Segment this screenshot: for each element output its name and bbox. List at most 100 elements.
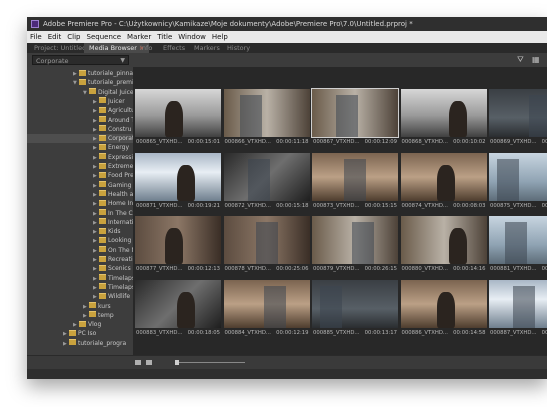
tree-item[interactable]: ▶ PC Iso bbox=[27, 329, 133, 338]
tree-item[interactable]: ▶ Scenics bbox=[27, 264, 133, 273]
tree-item[interactable]: ▶ Vlog bbox=[27, 320, 133, 329]
tab-info[interactable]: Info bbox=[135, 43, 157, 53]
tree-item[interactable]: ▶ Timelaps bbox=[27, 274, 133, 283]
tree-item[interactable]: ▶ Gaming bbox=[27, 181, 133, 190]
clip-label: 000885_VTXHD... 00:00:13:17 bbox=[312, 329, 398, 337]
menu-sequence[interactable]: Sequence bbox=[84, 31, 125, 43]
tree-item[interactable]: ▶ Energy bbox=[27, 143, 133, 152]
clip-label: 000879_VTXHD... 00:00:26:15 bbox=[312, 265, 398, 273]
clip-thumbnail[interactable] bbox=[489, 89, 547, 137]
tree-item[interactable]: ▶ Corporat bbox=[27, 134, 133, 144]
menu-file[interactable]: File bbox=[27, 31, 45, 43]
tree-item[interactable]: ▶ Home In bbox=[27, 199, 133, 208]
tab-markers[interactable]: Markers bbox=[189, 43, 225, 53]
tree-item[interactable]: ▶ Health a bbox=[27, 190, 133, 199]
clip-item[interactable]: 000883_VTXHD... 00:00:18:05 bbox=[135, 279, 221, 342]
clip-thumbnail[interactable] bbox=[223, 152, 310, 201]
tab-effects[interactable]: Effects bbox=[158, 43, 190, 53]
tab-history[interactable]: History bbox=[222, 43, 255, 53]
tree-item[interactable]: ▶ Agricultu bbox=[27, 106, 133, 115]
location-dropdown-value: Corporate bbox=[36, 57, 69, 65]
tree-item[interactable]: ▶ Extreme bbox=[27, 162, 133, 171]
menu-bar: File Edit Clip Sequence Marker Title Window Hel… bbox=[27, 31, 547, 43]
tree-item[interactable]: ▶ Looking bbox=[27, 236, 133, 245]
clip-thumbnail[interactable] bbox=[135, 89, 221, 137]
clip-item[interactable]: 000886_VTXHD... 00:00:14:58 bbox=[400, 279, 487, 342]
tree-item-label: Home In bbox=[108, 200, 133, 208]
menu-help[interactable]: Help bbox=[209, 31, 231, 43]
menu-edit[interactable]: Edit bbox=[45, 31, 65, 43]
clip-item[interactable]: 000872_VTXHD... 00:00:15:18 bbox=[223, 152, 310, 215]
menu-marker[interactable]: Marker bbox=[124, 31, 154, 43]
clip-thumbnail[interactable] bbox=[135, 279, 221, 328]
clip-item[interactable]: 000881_VTXHD... 00:00:14:16 bbox=[489, 216, 547, 278]
thumbnail-size-slider[interactable] bbox=[175, 362, 245, 363]
tree-item[interactable]: ▶ tutoriale_progra bbox=[27, 339, 133, 348]
icon-view-icon[interactable] bbox=[146, 360, 152, 365]
clip-item[interactable]: 000866_VTXHD... 00:00:11:18 bbox=[223, 89, 310, 151]
tree-item-label: Internati bbox=[108, 218, 133, 226]
tree-item[interactable]: ▶ kurs bbox=[27, 302, 133, 311]
clip-thumbnail[interactable] bbox=[400, 89, 487, 137]
clip-thumbnail[interactable] bbox=[223, 89, 310, 137]
tree-item[interactable]: ▼ tutoriale_premie bbox=[27, 78, 133, 87]
clip-thumbnail[interactable] bbox=[135, 152, 221, 201]
menu-window[interactable]: Window bbox=[175, 31, 209, 43]
folder-tree[interactable]: ▶tutoriale_pinnacl▼tutoriale_premie▼Digi… bbox=[27, 67, 133, 355]
tree-item[interactable]: ▶On The M bbox=[27, 246, 133, 255]
clip-item[interactable]: 000878_VTXHD... 00:00:25:06 bbox=[223, 216, 310, 278]
tab-project[interactable]: Project: Untitled bbox=[29, 43, 91, 53]
clip-item[interactable]: 000868_VTXHD... 00:00:10:02 bbox=[400, 89, 487, 151]
menu-clip[interactable]: Clip bbox=[64, 31, 83, 43]
tree-item[interactable]: ▶ Internati bbox=[27, 218, 133, 227]
clip-thumbnail[interactable] bbox=[223, 216, 310, 264]
clip-duration: 00:00:15:01 bbox=[187, 139, 220, 145]
clip-item[interactable]: 000877_VTXHD... 00:00:12:13 bbox=[135, 216, 221, 278]
location-dropdown[interactable]: Corporate ▼ bbox=[32, 55, 129, 65]
tree-item[interactable]: ▶ Timelaps bbox=[27, 283, 133, 292]
clip-item[interactable]: 000867_VTXHD... 00:00:12:09 bbox=[311, 88, 399, 151]
view-icon[interactable]: ▦ bbox=[532, 55, 540, 65]
filter-icon[interactable]: ⛛ bbox=[517, 55, 524, 65]
menu-title[interactable]: Title bbox=[154, 31, 175, 43]
clip-item[interactable]: 000879_VTXHD... 00:00:26:15 bbox=[312, 216, 398, 278]
clip-item[interactable]: 000875_VTXHD... 00:00:05:16 bbox=[489, 152, 547, 215]
tree-item[interactable]: ▶ temp bbox=[27, 311, 133, 320]
clip-item[interactable]: 000873_VTXHD... 00:00:15:15 bbox=[312, 152, 398, 215]
tree-item[interactable]: ▶tutoriale_pinnacl bbox=[27, 69, 133, 78]
clip-thumbnail[interactable] bbox=[489, 152, 547, 201]
tree-item[interactable]: ▶ Juicer bbox=[27, 97, 133, 106]
clip-thumbnail[interactable] bbox=[311, 88, 399, 138]
clip-item[interactable]: 000884_VTXHD... 00:00:12:19 bbox=[223, 279, 310, 342]
clip-thumbnail[interactable] bbox=[223, 279, 310, 328]
tree-item[interactable]: ▶ Food Pre bbox=[27, 171, 133, 180]
tree-item[interactable]: ▶ Expressi bbox=[27, 153, 133, 162]
clip-item[interactable]: 000871_VTXHD... 00:00:19:21 bbox=[135, 152, 221, 215]
clip-thumbnail[interactable] bbox=[312, 279, 398, 328]
tree-item[interactable]: ▶ Kids bbox=[27, 227, 133, 236]
clip-item[interactable]: 000874_VTXHD... 00:00:08:03 bbox=[400, 152, 487, 215]
clip-thumbnail[interactable] bbox=[312, 216, 398, 264]
tree-item[interactable]: ▼ Digital Juice bbox=[27, 88, 133, 97]
slider-handle[interactable] bbox=[175, 360, 179, 365]
clip-item[interactable]: 000880_VTXHD... 00:00:14:16 bbox=[400, 216, 487, 278]
clip-thumbnail[interactable] bbox=[489, 216, 547, 264]
clip-thumbnail[interactable] bbox=[489, 279, 547, 328]
clip-thumbnail[interactable] bbox=[135, 216, 221, 264]
clip-thumbnail[interactable] bbox=[312, 152, 398, 201]
clip-item[interactable]: 000887_VTXHD... 00:00:12:16 bbox=[489, 279, 547, 342]
clip-thumbnail[interactable] bbox=[400, 216, 487, 264]
clip-thumbnail[interactable] bbox=[400, 279, 487, 328]
clip-item[interactable]: 000885_VTXHD... 00:00:13:17 bbox=[312, 279, 398, 342]
tree-item[interactable]: ▶ Around T bbox=[27, 116, 133, 125]
tree-item[interactable]: ▶ Wildlife bbox=[27, 292, 133, 301]
media-grid[interactable]: 000865_VTXHD... 00:00:15:01 000866_VTXHD..… bbox=[133, 67, 547, 355]
clip-thumbnail[interactable] bbox=[400, 152, 487, 201]
list-view-icon[interactable] bbox=[135, 360, 141, 365]
tree-item[interactable]: ▶ Constru bbox=[27, 125, 133, 134]
tree-item[interactable]: ▶ Recreati bbox=[27, 255, 133, 264]
clip-item[interactable]: 000869_VTXHD... 00:00:09:17 bbox=[489, 89, 547, 151]
folder-icon bbox=[99, 283, 106, 290]
tree-item[interactable]: ▶ In The C bbox=[27, 209, 133, 218]
clip-item[interactable]: 000865_VTXHD... 00:00:15:01 bbox=[135, 89, 221, 151]
